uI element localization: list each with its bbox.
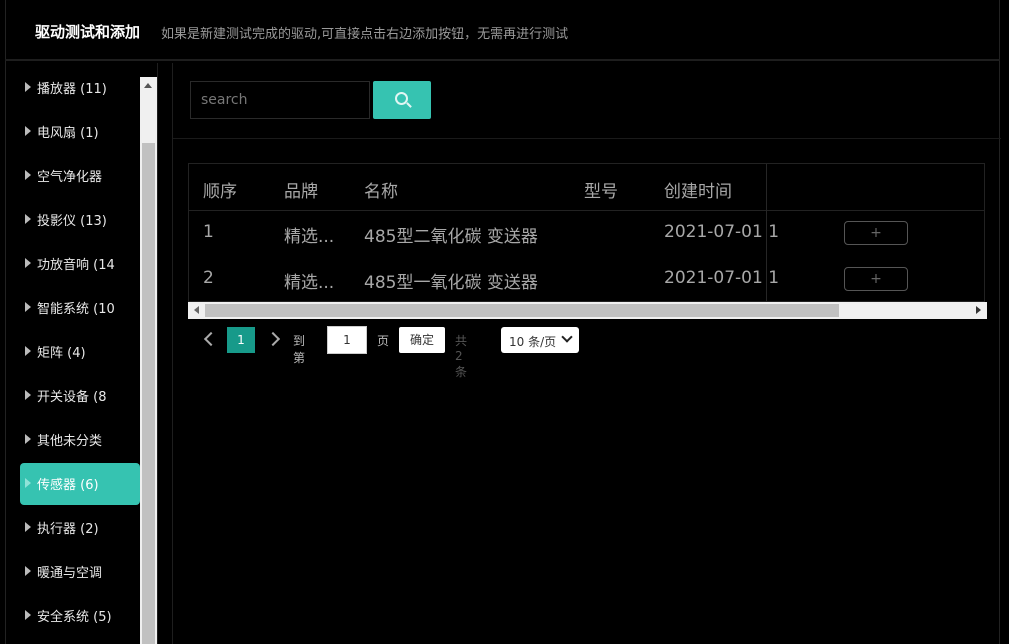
sidebar-item-air-purifier[interactable]: 空气净化器 — [20, 155, 140, 197]
sidebar-item-hvac[interactable]: 暖通与空调 — [20, 551, 140, 593]
column-header-index[interactable]: 顺序 — [203, 177, 237, 202]
main-content: 顺序 品牌 名称 型号 创建时间 1 精选... 485型二氧化碳 变送器 20… — [172, 63, 1001, 644]
cell-created: 2021-07-01 1 — [664, 222, 780, 242]
sidebar-item-label: 开关设备 (8 — [37, 390, 107, 405]
sidebar-item-matrix[interactable]: 矩阵 (4) — [20, 331, 140, 373]
sidebar-item-label: 安全系统 (5) — [37, 610, 112, 625]
table-scroll-thumb[interactable] — [205, 304, 839, 317]
goto-page-input[interactable] — [327, 326, 367, 354]
caret-right-icon — [25, 214, 31, 224]
caret-right-icon — [25, 434, 31, 444]
prev-page-icon[interactable] — [203, 331, 219, 347]
table-horizontal-scrollbar[interactable] — [188, 302, 987, 319]
caret-right-icon — [25, 302, 31, 312]
cell-created: 2021-07-01 1 — [664, 268, 780, 288]
add-button[interactable]: + — [844, 267, 908, 291]
cell-index: 2 — [203, 268, 214, 288]
sidebar-item-label: 暖通与空调 — [37, 566, 103, 581]
sidebar-scrollbar[interactable] — [140, 77, 157, 644]
confirm-button[interactable]: 确定 — [399, 327, 445, 353]
sidebar-item-sensor[interactable]: 传感器 (6) — [20, 463, 140, 505]
caret-right-icon — [25, 566, 31, 576]
sidebar-item-amplifier[interactable]: 功放音响 (14 — [20, 243, 140, 285]
page-size-value: 10 条/页 — [509, 335, 557, 349]
caret-right-icon — [25, 478, 31, 488]
cell-index: 1 — [203, 222, 214, 242]
column-header-model[interactable]: 型号 — [584, 177, 618, 202]
category-sidebar: 播放器 (11) 电风扇 (1) 空气净化器 投影仪 (13) 功放音响 (14… — [5, 63, 158, 644]
scroll-left-arrow-icon[interactable] — [194, 306, 199, 314]
sidebar-item-label: 矩阵 (4) — [37, 346, 86, 361]
caret-right-icon — [25, 258, 31, 268]
page-size-select[interactable]: 10 条/页 — [501, 327, 579, 353]
column-header-brand[interactable]: 品牌 — [284, 177, 318, 202]
sidebar-item-label: 功放音响 (14 — [37, 258, 115, 273]
sidebar-item-player[interactable]: 播放器 (11) — [20, 67, 140, 109]
sidebar-item-label: 智能系统 (10 — [37, 302, 115, 317]
caret-right-icon — [25, 126, 31, 136]
sidebar-item-switch-device[interactable]: 开关设备 (8 — [20, 375, 140, 417]
sidebar-item-label: 其他未分类 — [37, 434, 103, 449]
page-title: 驱动测试和添加 — [35, 23, 141, 41]
cell-brand: 精选... — [284, 227, 335, 247]
sidebar-item-label: 电风扇 (1) — [37, 126, 99, 141]
sidebar-item-label: 空气净化器 — [37, 170, 103, 185]
page-number-current[interactable]: 1 — [227, 327, 255, 353]
cell-brand: 精选... — [284, 273, 335, 293]
column-header-name[interactable]: 名称 — [364, 177, 398, 202]
caret-right-icon — [25, 346, 31, 356]
caret-right-icon — [25, 522, 31, 532]
search-button[interactable] — [373, 81, 431, 119]
table-row[interactable]: 1 精选... 485型二氧化碳 变送器 2021-07-01 1 + — [189, 210, 984, 256]
caret-right-icon — [25, 390, 31, 400]
add-button[interactable]: + — [844, 221, 908, 245]
sidebar-item-security[interactable]: 安全系统 (5) — [20, 595, 140, 637]
sidebar-item-projector[interactable]: 投影仪 (13) — [20, 199, 140, 241]
caret-right-icon — [25, 82, 31, 92]
sidebar-item-actuator[interactable]: 执行器 (2) — [20, 507, 140, 549]
page-header: 驱动测试和添加 如果是新建测试完成的驱动,可直接点击右边添加按钮，无需再进行测试 — [5, 0, 1000, 61]
sidebar-item-label: 执行器 (2) — [37, 522, 99, 537]
page-label: 页 — [377, 334, 390, 348]
chevron-down-icon — [561, 331, 573, 343]
sidebar-item-label: 投影仪 (13) — [37, 214, 107, 229]
cell-name: 485型一氧化碳 变送器 — [364, 273, 538, 293]
goto-label: 到第 — [293, 334, 306, 365]
cell-name: 485型二氧化碳 变送器 — [364, 227, 538, 247]
caret-right-icon — [25, 610, 31, 620]
total-count: 共 2 条 — [455, 334, 468, 379]
next-page-icon[interactable] — [265, 331, 281, 347]
column-header-created[interactable]: 创建时间 — [664, 177, 732, 202]
table-row[interactable]: 2 精选... 485型一氧化碳 变送器 2021-07-01 1 + — [189, 256, 984, 301]
page-hint: 如果是新建测试完成的驱动,可直接点击右边添加按钮，无需再进行测试 — [161, 27, 569, 42]
scroll-up-arrow-icon[interactable] — [144, 83, 152, 88]
sidebar-item-fan[interactable]: 电风扇 (1) — [20, 111, 140, 153]
sidebar-item-uncategorized[interactable]: 其他未分类 — [20, 419, 140, 461]
sidebar-item-smart-system[interactable]: 智能系统 (10 — [20, 287, 140, 329]
caret-right-icon — [25, 170, 31, 180]
sidebar-item-label: 播放器 (11) — [37, 82, 107, 97]
search-bar — [173, 63, 1001, 139]
driver-table: 顺序 品牌 名称 型号 创建时间 1 精选... 485型二氧化碳 变送器 20… — [188, 163, 985, 302]
sidebar-scroll-thumb[interactable] — [142, 143, 155, 644]
search-input[interactable] — [190, 81, 370, 119]
sidebar-item-label: 传感器 (6) — [37, 478, 99, 493]
scroll-right-arrow-icon[interactable] — [976, 306, 981, 314]
